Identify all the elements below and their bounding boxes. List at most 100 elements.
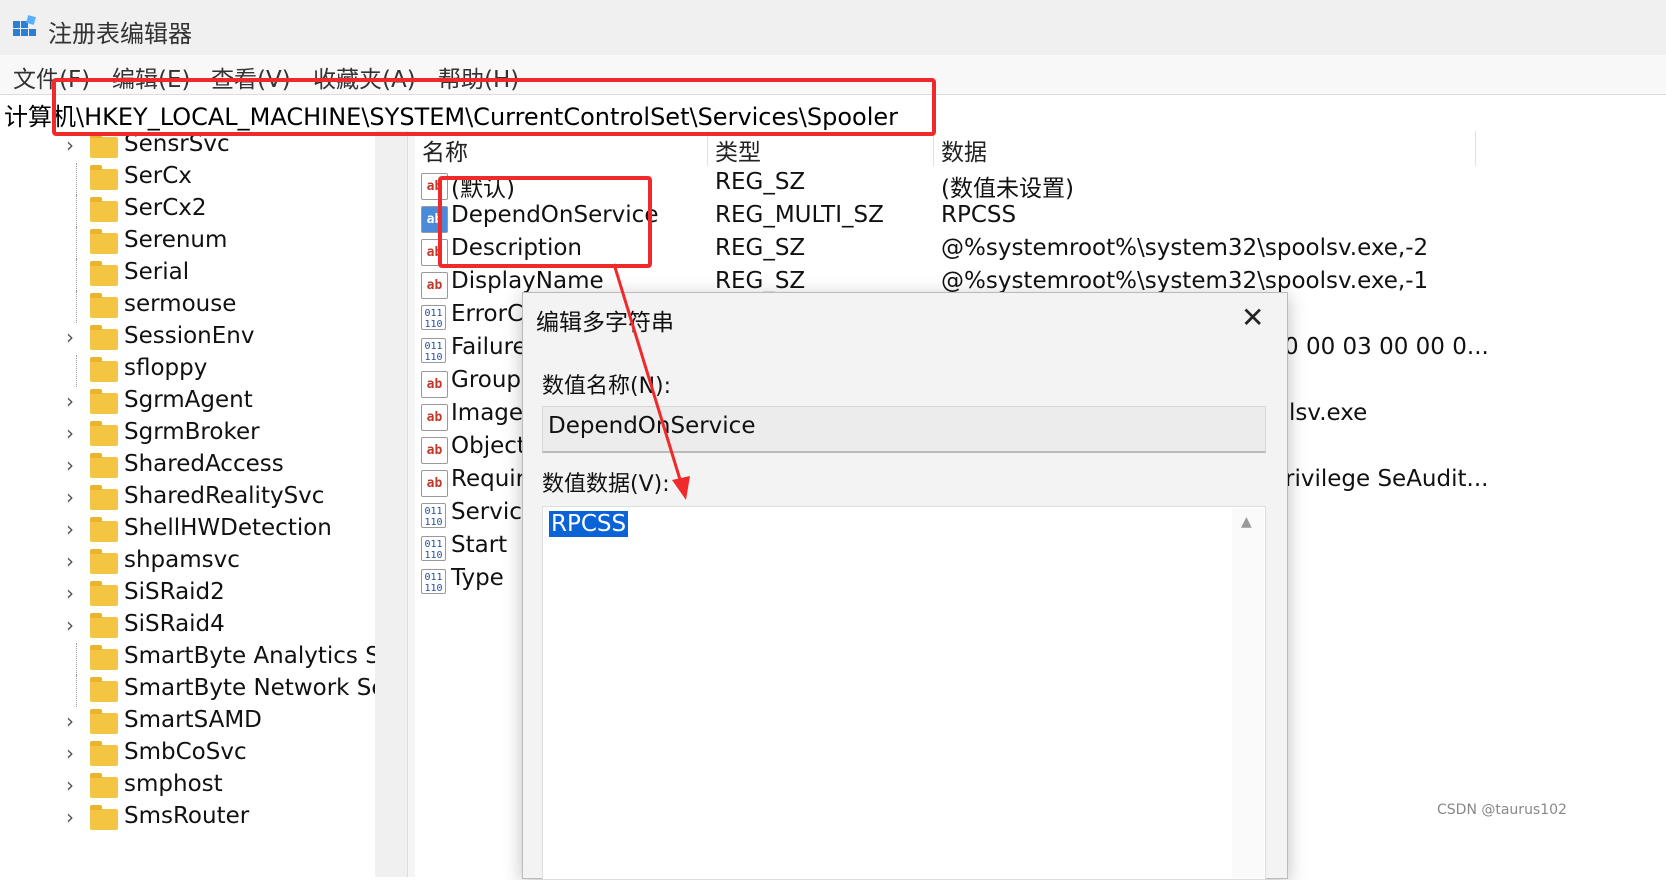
chevron-right-icon[interactable]: › (66, 709, 74, 733)
tree-item[interactable]: Serenum (0, 227, 375, 259)
folder-icon (90, 165, 118, 190)
value-name: Object (451, 433, 526, 459)
tree-item[interactable]: › SmbCoSvc (0, 739, 375, 771)
column-header-name[interactable]: 名称 (422, 133, 468, 167)
value-data: RPCSS (941, 202, 1017, 228)
tree-item-label: SmsRouter (124, 803, 250, 829)
textarea-scrollbar[interactable]: ▲ (1232, 508, 1264, 878)
chevron-right-icon[interactable]: › (66, 773, 74, 797)
registry-icon (13, 15, 36, 36)
chevron-right-icon[interactable]: › (66, 741, 74, 765)
window-title: 注册表编辑器 (48, 20, 192, 48)
folder-icon (90, 741, 118, 766)
tree-item[interactable]: › SmartSAMD (0, 707, 375, 739)
chevron-right-icon[interactable]: › (66, 805, 74, 829)
tree-item-label: SiSRaid4 (124, 611, 225, 637)
tree-item[interactable]: › smphost (0, 771, 375, 803)
tree-item[interactable]: › SmsRouter (0, 803, 375, 835)
column-header-data[interactable]: 数据 (941, 133, 987, 167)
tree-connector (76, 227, 78, 259)
column-separator[interactable] (933, 131, 934, 166)
folder-icon (90, 677, 118, 702)
tree-item[interactable]: › ShellHWDetection (0, 515, 375, 547)
chevron-right-icon[interactable]: › (66, 485, 74, 509)
tree-item-label: SharedAccess (124, 451, 284, 477)
string-value-icon: ab (421, 272, 448, 299)
folder-icon (90, 325, 118, 350)
chevron-right-icon[interactable]: › (66, 581, 74, 605)
watermark: CSDN @taurus102 (1437, 802, 1567, 818)
column-separator[interactable] (1475, 131, 1476, 166)
tree-item[interactable]: sermouse (0, 291, 375, 323)
folder-icon (90, 645, 118, 670)
tree-connector (76, 195, 78, 227)
chevron-right-icon[interactable]: › (66, 421, 74, 445)
value-type: REG_SZ (715, 169, 806, 195)
scroll-up-icon[interactable]: ▲ (1241, 514, 1252, 530)
binary-value-icon: 011 110 (421, 503, 446, 528)
tree-item[interactable]: › SharedRealitySvc (0, 483, 375, 515)
tree-item-label: SgrmAgent (124, 387, 253, 413)
chevron-right-icon[interactable]: › (66, 389, 74, 413)
string-value-icon: ab (421, 404, 448, 431)
tree-item[interactable]: sfloppy (0, 355, 375, 387)
binary-value-icon: 011 110 (421, 536, 446, 561)
folder-icon (90, 805, 118, 830)
tree-item[interactable]: › SiSRaid4 (0, 611, 375, 643)
value-data: rivilege SeAudit... (1285, 466, 1489, 492)
chevron-right-icon[interactable]: › (66, 517, 74, 541)
column-separator[interactable] (707, 131, 708, 166)
tree-connector (76, 643, 78, 675)
tree-item-label: sfloppy (124, 355, 208, 381)
tree-item[interactable]: SerCx (0, 163, 375, 195)
tree-item-label: SessionEnv (124, 323, 255, 349)
tree-item-label: sermouse (124, 291, 237, 317)
tree-item-label: ShellHWDetection (124, 515, 332, 541)
binary-value-icon: 011 110 (421, 305, 446, 330)
tree-connector (76, 163, 78, 195)
tree-item-label: SharedRealitySvc (124, 483, 325, 509)
tree-scrollbar[interactable] (375, 131, 407, 877)
value-type: REG_SZ (715, 268, 806, 294)
folder-icon (90, 421, 118, 446)
tree-connector (76, 259, 78, 291)
chevron-right-icon[interactable]: › (66, 325, 74, 349)
tree-item[interactable]: › SgrmBroker (0, 419, 375, 451)
tree-item[interactable]: › SharedAccess (0, 451, 375, 483)
folder-icon (90, 517, 118, 542)
annotation-arrow (612, 263, 690, 500)
folder-icon (90, 389, 118, 414)
value-name: DisplayName (451, 268, 604, 294)
chevron-right-icon[interactable]: › (66, 613, 74, 637)
address-highlight-box (52, 78, 936, 136)
value-name: Type (451, 565, 504, 591)
tree-item-label: smphost (124, 771, 223, 797)
tree-item[interactable]: › SessionEnv (0, 323, 375, 355)
tree-item[interactable]: › SgrmAgent (0, 387, 375, 419)
folder-icon (90, 549, 118, 574)
tree-item[interactable]: SmartByte Network Ser (0, 675, 375, 707)
folder-icon (90, 293, 118, 318)
close-icon[interactable]: ✕ (1241, 301, 1264, 334)
tree-item[interactable]: Serial (0, 259, 375, 291)
folder-icon (90, 613, 118, 638)
tree-item[interactable]: SerCx2 (0, 195, 375, 227)
value-data: @%systemroot%\system32\spoolsv.exe,-2 (941, 235, 1429, 261)
tree-item-label: SiSRaid2 (124, 579, 225, 605)
string-value-icon: ab (421, 437, 448, 464)
chevron-right-icon[interactable]: › (66, 453, 74, 477)
column-header-type[interactable]: 类型 (715, 133, 761, 167)
tree-item-label: SmartByte Analytics Se (124, 643, 375, 669)
value-name: ErrorC (451, 301, 524, 327)
value-type: REG_MULTI_SZ (715, 202, 884, 228)
key-tree[interactable]: › SensrSvc SerCx SerCx2 Serenum Serial se… (0, 131, 375, 877)
folder-icon (90, 709, 118, 734)
tree-item[interactable]: › SiSRaid2 (0, 579, 375, 611)
value-data: @%systemroot%\system32\spoolsv.exe,-1 (941, 268, 1429, 294)
chevron-right-icon[interactable]: › (66, 549, 74, 573)
value-highlight-box (438, 176, 652, 268)
value-data-textarea[interactable]: RPCSS ▲ (542, 506, 1266, 880)
tree-item[interactable]: › shpamsvc (0, 547, 375, 579)
chevron-right-icon[interactable]: › (66, 133, 74, 157)
tree-item[interactable]: SmartByte Analytics Se (0, 643, 375, 675)
